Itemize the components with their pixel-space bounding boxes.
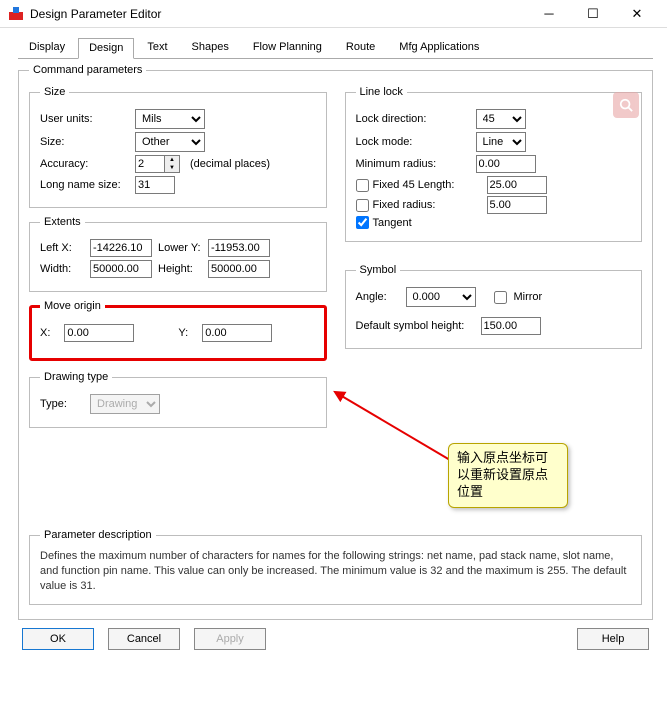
move-origin-x-input[interactable] (64, 324, 134, 342)
width-input[interactable] (90, 260, 152, 278)
min-radius-input[interactable] (476, 155, 536, 173)
extents-group: Extents Left X: Lower Y: Width: Height: (29, 216, 327, 292)
long-name-input[interactable] (135, 176, 175, 194)
user-units-label: User units: (40, 113, 135, 125)
search-icon (613, 92, 639, 118)
height-input[interactable] (208, 260, 270, 278)
lock-mode-select[interactable]: Line (476, 132, 526, 152)
symbol-legend: Symbol (356, 264, 401, 276)
cancel-button[interactable]: Cancel (108, 628, 180, 650)
maximize-button[interactable]: ☐ (571, 0, 615, 28)
command-parameters-legend: Command parameters (29, 64, 146, 76)
tab-flow-planning[interactable]: Flow Planning (242, 37, 333, 58)
move-origin-x-label: X: (40, 327, 50, 339)
help-button[interactable]: Help (577, 628, 649, 650)
default-symbol-height-label: Default symbol height: (356, 320, 481, 332)
param-desc-group: Parameter description Defines the maximu… (29, 529, 642, 605)
line-lock-group: Line lock Lock direction: 45 Lock mode: … (345, 86, 643, 242)
min-radius-label: Minimum radius: (356, 158, 476, 170)
annotation-callout: 输入原点坐标可以重新设置原点位置 (448, 443, 568, 508)
size-label: Size: (40, 136, 135, 148)
move-origin-group: Move origin X: Y: (29, 300, 327, 361)
drawing-type-legend: Drawing type (40, 371, 112, 383)
symbol-group: Symbol Angle: 0.000 Mirror Default symbo… (345, 264, 643, 349)
accuracy-up[interactable]: ▲ (165, 156, 179, 164)
fixed-radius-label: Fixed radius: (373, 199, 483, 211)
default-symbol-height-input[interactable] (481, 317, 541, 335)
tab-mfg-applications[interactable]: Mfg Applications (388, 37, 490, 58)
move-origin-y-label: Y: (178, 327, 188, 339)
user-units-select[interactable]: Mils (135, 109, 205, 129)
leftx-input[interactable] (90, 239, 152, 257)
lowery-label: Lower Y: (158, 242, 202, 254)
apply-button: Apply (194, 628, 266, 650)
tab-text[interactable]: Text (136, 37, 178, 58)
drawing-type-select: Drawing (90, 394, 160, 414)
line-lock-legend: Line lock (356, 86, 407, 98)
accuracy-label: Accuracy: (40, 158, 135, 170)
tangent-checkbox[interactable] (356, 216, 369, 229)
param-desc-legend: Parameter description (40, 529, 156, 541)
accuracy-spinner[interactable]: ▲ ▼ (135, 155, 180, 173)
accuracy-down[interactable]: ▼ (165, 164, 179, 172)
fixed-radius-checkbox[interactable] (356, 199, 369, 212)
long-name-label: Long name size: (40, 179, 135, 191)
tab-route[interactable]: Route (335, 37, 386, 58)
lowery-input[interactable] (208, 239, 270, 257)
tab-bar: Display Design Text Shapes Flow Planning… (18, 37, 653, 59)
mirror-label: Mirror (514, 291, 543, 303)
lock-direction-select[interactable]: 45 (476, 109, 526, 129)
size-legend: Size (40, 86, 69, 98)
move-origin-y-input[interactable] (202, 324, 272, 342)
param-desc-text: Defines the maximum number of characters… (40, 549, 631, 594)
angle-label: Angle: (356, 291, 406, 303)
size-group: Size User units: Mils Size: Other (29, 86, 327, 208)
accuracy-suffix: (decimal places) (190, 158, 270, 170)
drawing-type-group: Drawing type Type: Drawing (29, 371, 327, 428)
command-parameters-group: Command parameters Size User units: Mils… (18, 64, 653, 620)
fixed45-input[interactable] (487, 176, 547, 194)
close-button[interactable]: ✕ (615, 0, 659, 28)
accuracy-input[interactable] (135, 155, 165, 173)
move-origin-legend: Move origin (40, 300, 105, 312)
size-select[interactable]: Other (135, 132, 205, 152)
window-title: Design Parameter Editor (30, 7, 527, 21)
tab-display[interactable]: Display (18, 37, 76, 58)
fixed45-label: Fixed 45 Length: (373, 179, 483, 191)
ok-button[interactable]: OK (22, 628, 94, 650)
tab-design[interactable]: Design (78, 38, 134, 59)
angle-select[interactable]: 0.000 (406, 287, 476, 307)
title-bar: Design Parameter Editor ─ ☐ ✕ (0, 0, 667, 28)
lock-direction-label: Lock direction: (356, 113, 476, 125)
width-label: Width: (40, 263, 84, 275)
mirror-checkbox[interactable] (494, 291, 507, 304)
minimize-button[interactable]: ─ (527, 0, 571, 28)
lock-mode-label: Lock mode: (356, 136, 476, 148)
drawing-type-label: Type: (40, 398, 90, 410)
fixed45-checkbox[interactable] (356, 179, 369, 192)
tangent-label: Tangent (373, 217, 412, 229)
height-label: Height: (158, 263, 202, 275)
fixed-radius-input[interactable] (487, 196, 547, 214)
window-buttons: ─ ☐ ✕ (527, 0, 659, 28)
dialog-button-row: OK Cancel Apply Help (18, 628, 653, 650)
leftx-label: Left X: (40, 242, 84, 254)
tab-shapes[interactable]: Shapes (181, 37, 240, 58)
app-icon (8, 6, 24, 22)
extents-legend: Extents (40, 216, 85, 228)
